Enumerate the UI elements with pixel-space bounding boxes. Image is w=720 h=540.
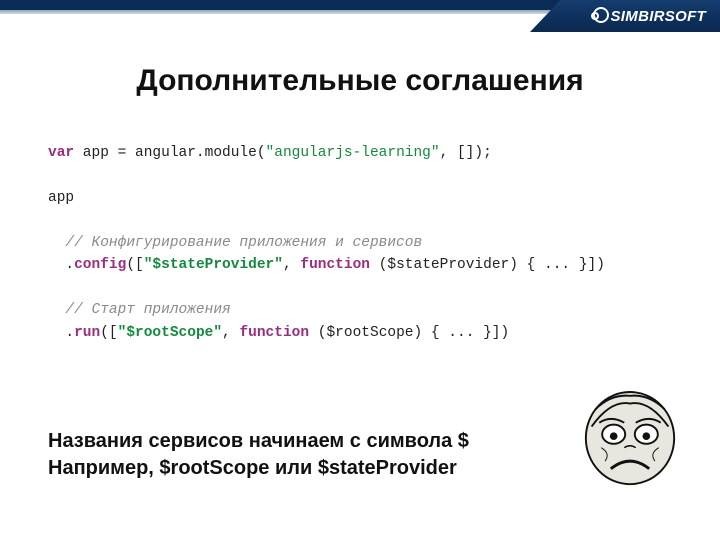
code-method: config <box>74 257 126 273</box>
brand-logo-icon <box>593 7 609 23</box>
code-text: ([ <box>100 325 117 341</box>
code-comment: // Конфигурирование приложения и сервисо… <box>48 235 422 251</box>
code-string: "$stateProvider" <box>144 257 283 273</box>
code-text: , <box>283 257 300 273</box>
page-title: Дополнительные соглашения <box>0 64 720 98</box>
code-text: app = angular.module( <box>74 145 265 161</box>
slide-header: SIMBIRSOFT <box>0 0 720 34</box>
code-text: , []); <box>440 145 492 161</box>
code-string: "$rootScope" <box>118 325 222 341</box>
brand-badge: SIMBIRSOFT <box>530 0 720 32</box>
code-comment: // Старт приложения <box>48 302 231 318</box>
footer-line-2: Например, $rootScope или $stateProvider <box>48 455 469 482</box>
code-text: . <box>48 257 74 273</box>
code-keyword: function <box>239 325 309 341</box>
code-text: . <box>48 325 74 341</box>
brand-name: SIMBIRSOFT <box>593 7 707 25</box>
code-text: app <box>48 190 74 206</box>
code-text: ($stateProvider) { ... }]) <box>370 257 605 273</box>
footer-line-1: Названия сервисов начинаем с символа $ <box>48 428 469 455</box>
code-keyword: var <box>48 145 74 161</box>
code-keyword: function <box>300 257 370 273</box>
code-string: "angularjs-learning" <box>266 145 440 161</box>
code-block: var app = angular.module("angularjs-lear… <box>48 142 672 344</box>
code-method: run <box>74 325 100 341</box>
sad-face-meme-icon <box>582 390 678 490</box>
footer-note: Названия сервисов начинаем с символа $ Н… <box>48 428 469 482</box>
code-text: ($rootScope) { ... }]) <box>309 325 509 341</box>
code-text: , <box>222 325 239 341</box>
code-text: ([ <box>126 257 143 273</box>
